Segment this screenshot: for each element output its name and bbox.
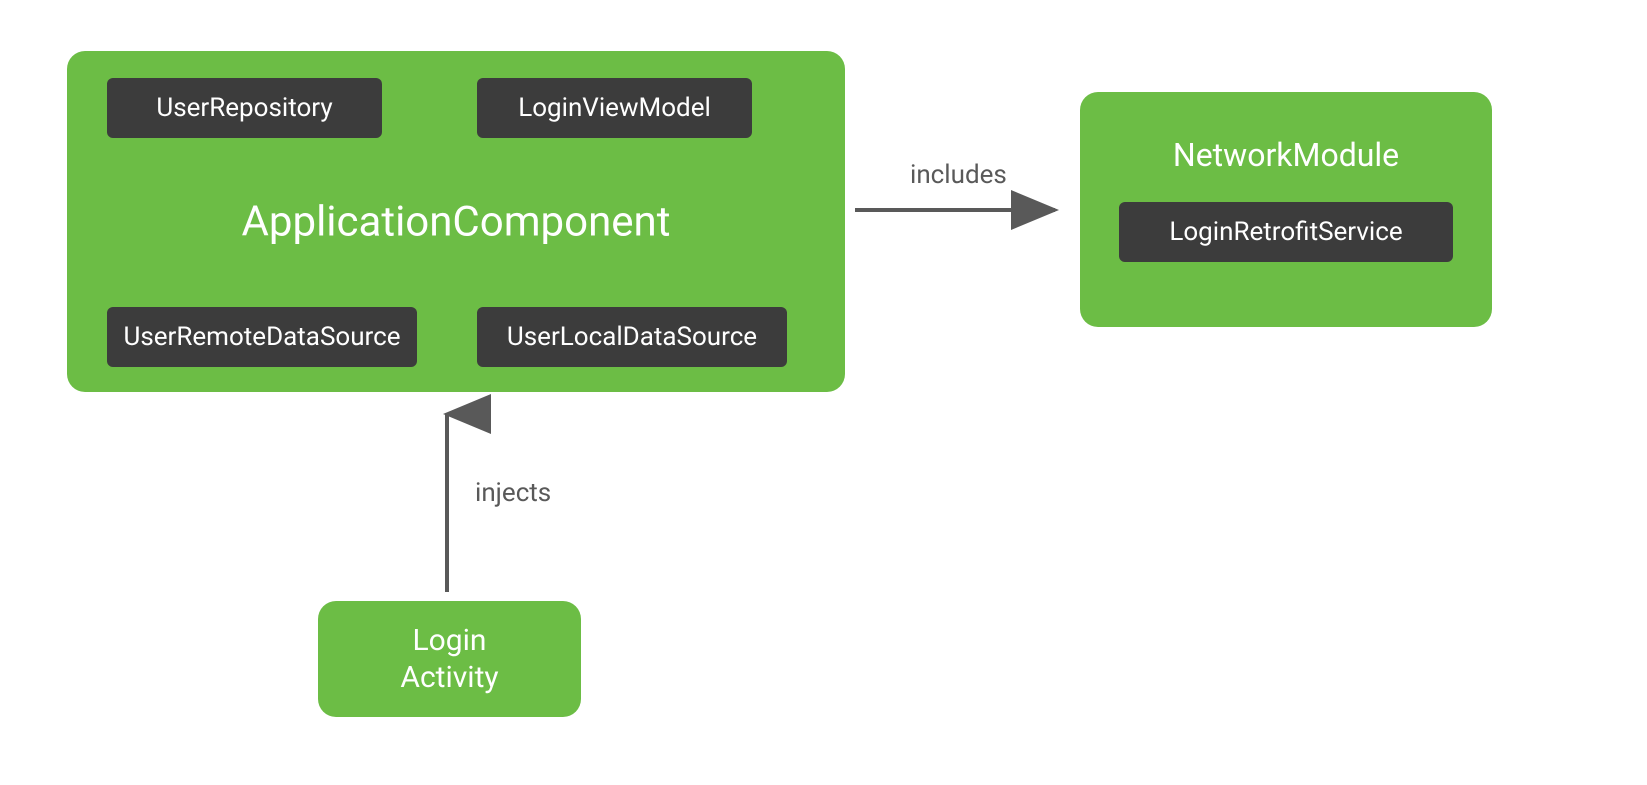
login-activity-label-line2: Activity [400,659,498,697]
user-repository-box: UserRepository [107,78,382,138]
user-remote-datasource-label: UserRemoteDataSource [123,322,400,352]
network-module-title: NetworkModule [1173,136,1399,174]
network-module-box: NetworkModule LoginRetrofitService [1080,92,1492,327]
user-local-datasource-box: UserLocalDataSource [477,307,787,367]
injects-label: injects [475,478,551,508]
login-retrofit-service-box: LoginRetrofitService [1119,202,1453,262]
injects-arrow-icon [432,402,462,594]
includes-arrow-icon [855,195,1070,225]
login-activity-box: Login Activity [318,601,581,717]
login-retrofit-service-label: LoginRetrofitService [1169,217,1402,247]
login-activity-label: Login Activity [400,622,498,697]
user-local-datasource-label: UserLocalDataSource [507,322,757,352]
application-component-title: ApplicationComponent [242,197,671,246]
login-viewmodel-box: LoginViewModel [477,78,752,138]
user-repository-label: UserRepository [156,93,332,123]
login-activity-label-line1: Login [400,622,498,660]
user-remote-datasource-box: UserRemoteDataSource [107,307,417,367]
login-viewmodel-label: LoginViewModel [518,93,711,123]
includes-label: includes [910,160,1007,190]
